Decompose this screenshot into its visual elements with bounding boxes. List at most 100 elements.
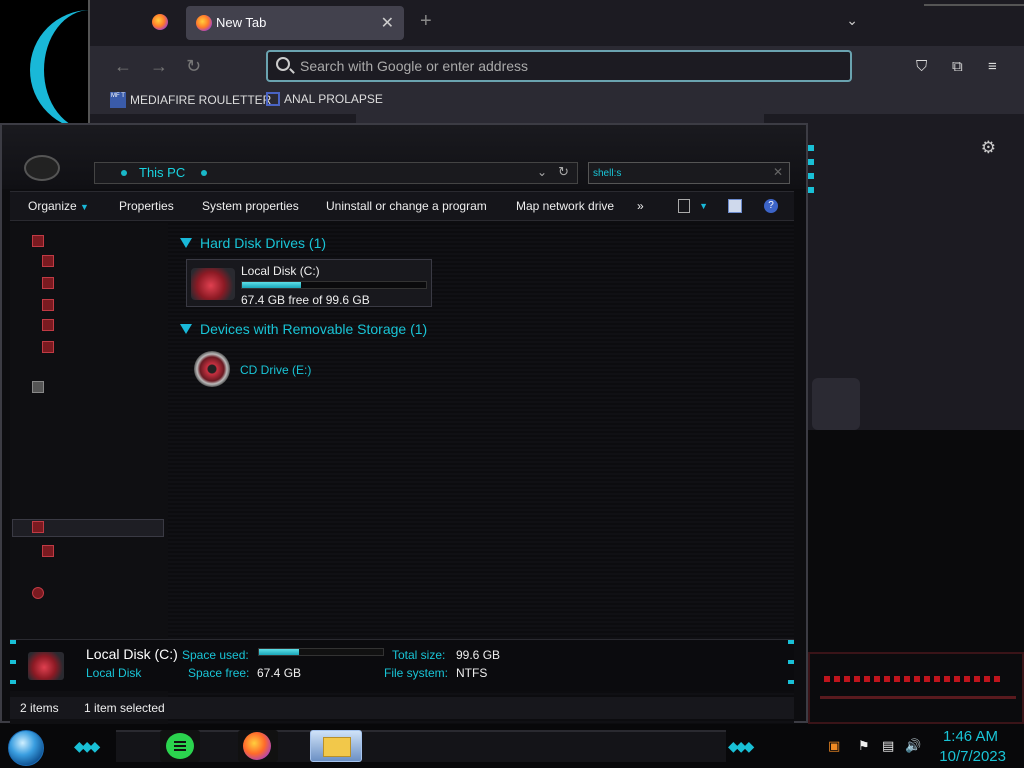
deco-chevrons: ◆◆◆ bbox=[728, 738, 754, 754]
this-pc-icon bbox=[32, 521, 44, 533]
address-dot bbox=[121, 170, 127, 176]
volume-icon[interactable]: 🔊 bbox=[905, 738, 921, 754]
forward-button[interactable]: → bbox=[150, 56, 168, 77]
clock-time[interactable]: 1:46 AM bbox=[943, 728, 998, 745]
drive-name: Local Disk (C:) bbox=[241, 264, 320, 278]
group-header-hdd[interactable]: Hard Disk Drives (1) bbox=[180, 235, 326, 251]
taskbar: ◆◆◆ ◆◆◆ ▣ ⚑ ▤ 🔊 1:46 AM 10/7/2023 bbox=[0, 724, 1024, 768]
reload-button[interactable]: ↻ bbox=[186, 56, 201, 77]
explorer-app-button[interactable] bbox=[310, 730, 362, 762]
chevron-down-icon[interactable]: ⌄ bbox=[846, 12, 858, 29]
file-system-value: NTFS bbox=[456, 666, 488, 680]
views-icon[interactable] bbox=[678, 199, 690, 213]
desktop-widget bbox=[808, 652, 1024, 724]
group-label: Devices with Removable Storage (1) bbox=[200, 321, 428, 337]
tab-bar: New Tab ✕ + ⌄ bbox=[90, 0, 1024, 46]
firefox-icon[interactable] bbox=[152, 14, 168, 30]
firefox-tab-icon bbox=[196, 15, 212, 31]
extensions-icon[interactable]: ⧉ bbox=[952, 58, 963, 75]
desktop: New Tab ✕ + ⌄ ← → ↻ ⛉ ⧉ ≡ MF T MEDIAFIRE… bbox=[0, 0, 1024, 768]
taskbar-band bbox=[116, 730, 726, 762]
tab-title: New Tab bbox=[216, 15, 267, 30]
organize-button[interactable]: Organize ▼ bbox=[28, 199, 89, 213]
shortcut-tile[interactable] bbox=[812, 378, 860, 430]
cd-drive-icon[interactable] bbox=[194, 351, 230, 387]
total-size-value: 99.6 GB bbox=[456, 648, 501, 662]
refresh-icon[interactable]: ↻ bbox=[558, 164, 569, 180]
firefox-app-button[interactable] bbox=[238, 730, 278, 762]
search-icon bbox=[276, 57, 290, 71]
start-button[interactable] bbox=[8, 730, 44, 766]
uninstall-button[interactable]: Uninstall or change a program bbox=[326, 199, 487, 213]
menu-icon[interactable]: ≡ bbox=[988, 58, 997, 75]
details-title: Local Disk (C:) bbox=[86, 646, 178, 662]
url-bar[interactable] bbox=[266, 50, 852, 82]
address-bar[interactable]: This PC ⌄ ↻ bbox=[94, 162, 578, 184]
help-icon[interactable]: ? bbox=[764, 199, 778, 213]
explorer-titlebar: This PC ⌄ ↻ ✕ bbox=[2, 125, 806, 189]
nav-item-icon[interactable] bbox=[42, 545, 54, 557]
views-dropdown[interactable]: ▼ bbox=[699, 201, 708, 211]
bookmark-prolapse[interactable]: ANAL PROLAPSE bbox=[266, 92, 383, 106]
details-deco bbox=[788, 640, 794, 692]
address-dot bbox=[201, 170, 207, 176]
preview-pane-icon[interactable] bbox=[728, 199, 742, 213]
more-button[interactable]: » bbox=[637, 199, 644, 213]
window-deco bbox=[808, 145, 814, 195]
notes-icon bbox=[166, 733, 194, 759]
firefox-icon bbox=[243, 732, 271, 760]
map-network-drive-button[interactable]: Map network drive bbox=[516, 199, 614, 213]
system-properties-button[interactable]: System properties bbox=[202, 199, 299, 213]
folder-icon bbox=[323, 737, 351, 757]
flag-icon[interactable]: ⚑ bbox=[858, 738, 870, 754]
nav-item-icon[interactable] bbox=[42, 255, 54, 267]
notes-app-button[interactable] bbox=[160, 730, 200, 762]
back-button[interactable]: ← bbox=[114, 56, 132, 77]
item-count: 2 items bbox=[20, 701, 59, 715]
details-deco bbox=[10, 640, 16, 692]
nav-bar: ← → ↻ ⛉ ⧉ ≡ bbox=[90, 46, 1024, 88]
bookmark-label: MEDIAFIRE ROULETTER bbox=[130, 93, 272, 107]
nav-item-icon[interactable] bbox=[42, 341, 54, 353]
bookmark-mediafire[interactable]: MF T MEDIAFIRE ROULETTER bbox=[110, 92, 271, 108]
network-icon[interactable] bbox=[32, 587, 44, 599]
drive-usage-bar bbox=[241, 281, 427, 289]
deco-chevrons: ◆◆◆ bbox=[74, 738, 100, 754]
network-icon[interactable]: ▤ bbox=[882, 738, 894, 754]
drive-item-local-disk[interactable]: Local Disk (C:) 67.4 GB free of 99.6 GB bbox=[186, 259, 432, 307]
search-box[interactable]: ✕ bbox=[588, 162, 790, 184]
new-tab-button[interactable]: + bbox=[420, 10, 432, 33]
details-pane: Local Disk (C:) Local Disk Space used: S… bbox=[10, 639, 794, 692]
gear-icon[interactable]: ⚙ bbox=[981, 138, 996, 158]
properties-button[interactable]: Properties bbox=[119, 199, 174, 213]
space-free-value: 67.4 GB bbox=[257, 666, 302, 680]
close-icon[interactable]: ✕ bbox=[381, 13, 394, 33]
nav-item-icon[interactable] bbox=[42, 277, 54, 289]
window-edge bbox=[924, 4, 1024, 14]
clear-icon[interactable]: ✕ bbox=[773, 165, 783, 179]
details-subtitle: Local Disk bbox=[86, 666, 142, 680]
hard-drive-icon bbox=[191, 268, 235, 300]
url-input[interactable] bbox=[300, 56, 820, 76]
group-header-removable[interactable]: Devices with Removable Storage (1) bbox=[180, 321, 427, 337]
mediafire-icon: MF T bbox=[110, 92, 126, 108]
homegroup-icon[interactable] bbox=[32, 381, 44, 393]
tab-new-tab[interactable]: New Tab ✕ bbox=[186, 6, 404, 40]
app-tray-icon[interactable]: ▣ bbox=[828, 738, 840, 754]
cd-drive-label[interactable]: CD Drive (E:) bbox=[240, 363, 311, 377]
nav-orb[interactable] bbox=[24, 155, 60, 181]
status-bar: 2 items 1 item selected bbox=[10, 697, 794, 719]
file-system-label: File system: bbox=[384, 666, 449, 680]
nav-item-icon[interactable] bbox=[42, 319, 54, 331]
pocket-icon[interactable]: ⛉ bbox=[916, 58, 927, 75]
space-free-label: Space free: bbox=[188, 666, 250, 680]
chevron-down-icon bbox=[180, 324, 192, 334]
space-used-bar bbox=[258, 648, 384, 656]
breadcrumb[interactable]: This PC bbox=[139, 165, 185, 180]
search-input[interactable] bbox=[593, 165, 763, 181]
clock-date[interactable]: 10/7/2023 bbox=[939, 748, 1006, 765]
nav-item-icon[interactable] bbox=[32, 235, 44, 247]
nav-item-icon[interactable] bbox=[42, 299, 54, 311]
explorer-window: This PC ⌄ ↻ ✕ Organize ▼ Properties Syst… bbox=[0, 123, 808, 733]
chevron-down-icon[interactable]: ⌄ bbox=[537, 165, 547, 179]
